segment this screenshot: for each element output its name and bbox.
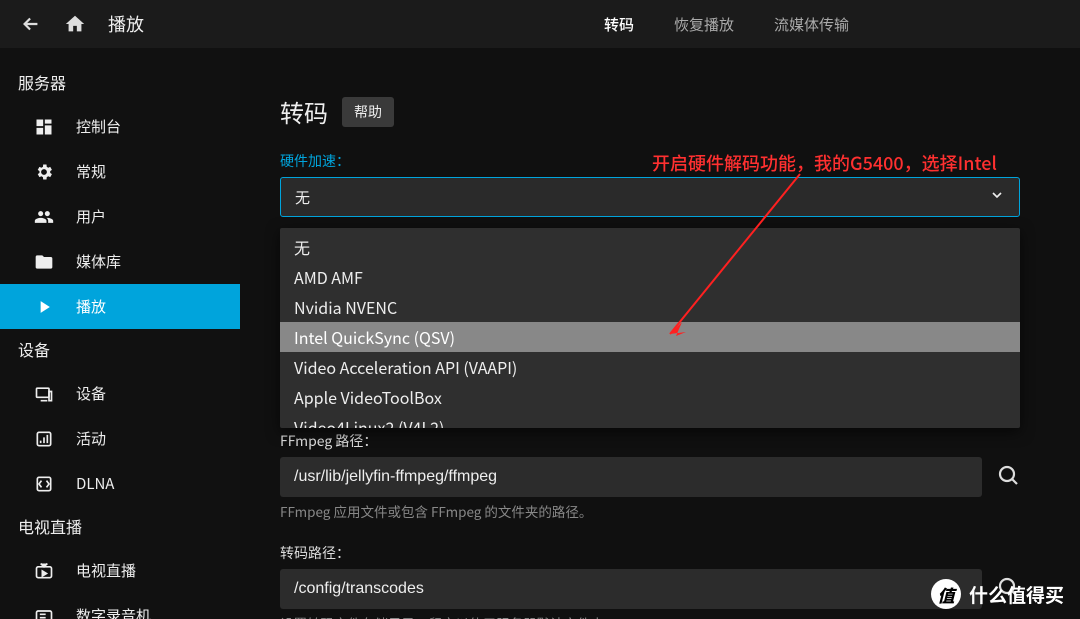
sidebar-item-playback[interactable]: 播放 <box>0 284 240 329</box>
page-title: 播放 <box>108 11 144 37</box>
sidebar-item-label: 电视直播 <box>76 560 136 581</box>
dashboard-icon <box>34 117 56 137</box>
ffmpeg-path-input[interactable] <box>280 457 982 497</box>
main-content: 转码 帮助 硬件加速： 无 开启硬件解码功能，我的G5400，选择Intel 无… <box>240 48 1080 619</box>
chevron-down-icon <box>989 187 1005 208</box>
option-intel-qsv[interactable]: Intel QuickSync (QSV) <box>280 322 1020 352</box>
top-bar: 播放 转码 恢复播放 流媒体传输 <box>0 0 1080 48</box>
devices-icon <box>34 384 56 404</box>
hw-accel-value: 无 <box>295 187 310 208</box>
sidebar-item-dashboard[interactable]: 控制台 <box>0 104 240 149</box>
sidebar-item-devices[interactable]: 设备 <box>0 371 240 416</box>
sidebar-section-livetv: 电视直播 <box>0 506 240 548</box>
play-icon <box>34 297 56 317</box>
annotation-text: 开启硬件解码功能，我的G5400，选择Intel <box>652 150 997 176</box>
sidebar-item-library[interactable]: 媒体库 <box>0 239 240 284</box>
hw-accel-dropdown[interactable]: 无 AMD AMF Nvidia NVENC Intel QuickSync (… <box>280 228 1020 428</box>
sidebar-item-general[interactable]: 常规 <box>0 149 240 194</box>
watermark-text: 什么值得买 <box>969 581 1064 608</box>
hw-accel-select[interactable]: 无 <box>280 177 1020 217</box>
sidebar-item-label: 数字录音机 <box>76 605 151 619</box>
top-tabs: 转码 恢复播放 流媒体传输 <box>604 14 849 35</box>
option-nvidia-nvenc[interactable]: Nvidia NVENC <box>280 292 1020 322</box>
activity-icon <box>34 429 56 449</box>
folder-icon <box>34 252 56 272</box>
sidebar-item-label: 控制台 <box>76 116 121 137</box>
tv-icon <box>34 561 56 581</box>
option-none[interactable]: 无 <box>280 232 1020 262</box>
sidebar-item-label: 媒体库 <box>76 251 121 272</box>
sidebar-item-users[interactable]: 用户 <box>0 194 240 239</box>
section-heading: 转码 <box>280 94 328 129</box>
watermark: 值 什么值得买 <box>931 579 1064 609</box>
option-v4l2[interactable]: Video4Linux2 (V4L2) <box>280 412 1020 428</box>
option-vaapi[interactable]: Video Acceleration API (VAAPI) <box>280 352 1020 382</box>
sidebar-item-activity[interactable]: 活动 <box>0 416 240 461</box>
tab-transcode[interactable]: 转码 <box>604 14 634 35</box>
dlna-icon <box>34 474 56 494</box>
users-icon <box>34 207 56 227</box>
ffmpeg-hint: FFmpeg 应用文件或包含 FFmpeg 的文件夹的路径。 <box>280 501 1020 521</box>
tab-streaming[interactable]: 流媒体传输 <box>774 14 849 35</box>
sidebar-item-label: 设备 <box>76 383 106 404</box>
ffmpeg-label: FFmpeg 路径： <box>280 431 1020 451</box>
back-icon[interactable] <box>20 13 42 35</box>
sidebar-item-label: 活动 <box>76 428 106 449</box>
search-icon[interactable] <box>996 463 1020 492</box>
home-icon[interactable] <box>64 13 86 35</box>
sidebar-section-devices: 设备 <box>0 329 240 371</box>
transcode-path-input[interactable] <box>280 569 982 609</box>
sidebar-item-dlna[interactable]: DLNA <box>0 461 240 506</box>
sidebar-item-livetv[interactable]: 电视直播 <box>0 548 240 593</box>
gear-icon <box>34 162 56 182</box>
transcode-hint: 设置转码文件存储目录。留空以使用服务器默认文件夹。 <box>280 613 1020 619</box>
tab-resume[interactable]: 恢复播放 <box>674 14 734 35</box>
sidebar-item-label: 播放 <box>76 296 106 317</box>
option-amd-amf[interactable]: AMD AMF <box>280 262 1020 292</box>
sidebar-item-label: 常规 <box>76 161 106 182</box>
transcode-label: 转码路径： <box>280 543 1020 563</box>
sidebar: 服务器 控制台 常规 用户 媒体库 播放 设备 设备 活动 DLNA 电视直播 … <box>0 48 240 619</box>
dvr-icon <box>34 606 56 619</box>
sidebar-item-label: 用户 <box>76 206 106 227</box>
sidebar-item-dvr[interactable]: 数字录音机 <box>0 593 240 619</box>
option-apple-vtb[interactable]: Apple VideoToolBox <box>280 382 1020 412</box>
sidebar-item-label: DLNA <box>76 473 114 494</box>
help-button[interactable]: 帮助 <box>342 97 394 127</box>
watermark-badge: 值 <box>931 579 961 609</box>
sidebar-section-server: 服务器 <box>0 62 240 104</box>
